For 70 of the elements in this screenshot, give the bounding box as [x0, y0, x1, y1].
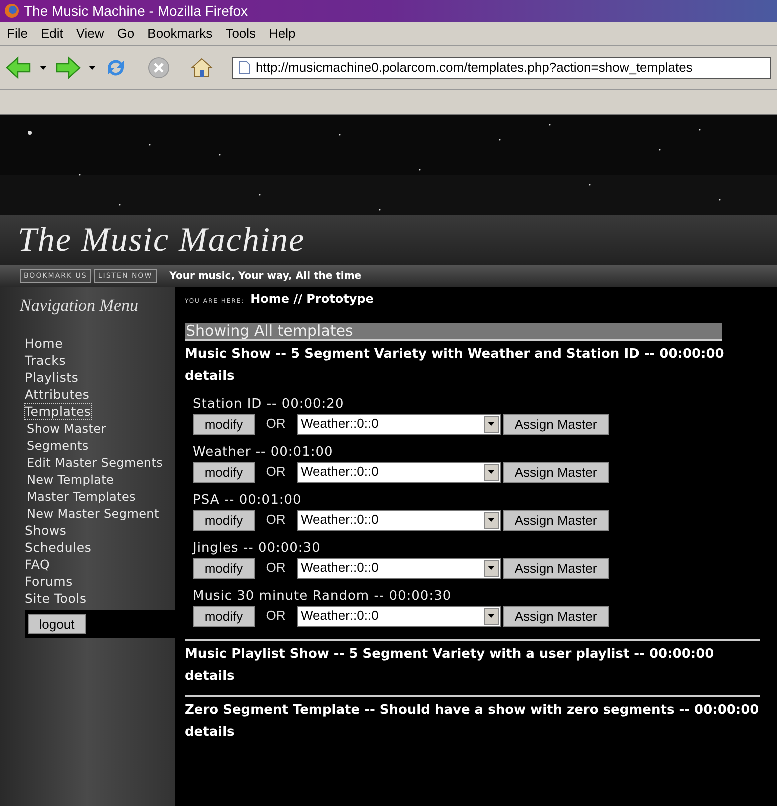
nav-link[interactable]: Forums	[25, 574, 73, 588]
browser-logo-icon	[4, 3, 20, 19]
assign-master-button[interactable]: Assign Master	[503, 414, 609, 434]
modify-button[interactable]: modify	[193, 510, 255, 530]
site-logo: The Music Machine	[18, 220, 306, 260]
section-title: Showing All templates	[185, 323, 722, 341]
or-label: OR	[265, 463, 287, 482]
master-select[interactable]: Weather::0::0	[297, 510, 501, 530]
modify-button[interactable]: modify	[193, 558, 255, 578]
master-select[interactable]: Weather::0::0	[297, 462, 501, 482]
nav-sublink[interactable]: Edit Master Segments	[27, 456, 164, 470]
forward-arrow-icon[interactable]	[55, 56, 81, 80]
or-label: OR	[265, 415, 287, 434]
nav-link[interactable]: Attributes	[25, 386, 90, 402]
menu-item[interactable]: Help	[269, 24, 296, 44]
segment-label: Music 30 minute Random -- 00:00:30	[193, 589, 453, 605]
back-arrow-icon[interactable]	[6, 56, 32, 80]
segment-label: Weather -- 00:01:00	[193, 445, 334, 461]
caret-icon[interactable]	[89, 66, 96, 70]
assign-master-button[interactable]: Assign Master	[503, 558, 609, 578]
or-label: OR	[265, 511, 287, 530]
menu-item[interactable]: File	[7, 24, 28, 44]
menu-item[interactable]: Tools	[226, 24, 256, 44]
nav-link[interactable]: Schedules	[25, 540, 92, 554]
or-label: OR	[265, 607, 287, 626]
nav-link[interactable]: Templates	[25, 404, 92, 418]
nav-sublink[interactable]: Show Master	[27, 422, 106, 436]
template-title: Music Show -- 5 Segment Variety with Weather and Station ID -- 00:00:00	[185, 347, 726, 363]
nav-link[interactable]: Site Tools	[25, 590, 87, 606]
modify-button[interactable]: modify	[193, 414, 255, 434]
nav-sublink[interactable]: New Template	[27, 472, 114, 486]
menu-item[interactable]: Go	[117, 24, 135, 44]
nav-link[interactable]: Tracks	[25, 352, 66, 368]
caret-icon[interactable]	[40, 66, 47, 70]
segment-label: Jingles -- 00:00:30	[193, 541, 322, 557]
template-title: Zero Segment Template -- Should have a show with zero segments -- 00:00:00	[185, 703, 760, 719]
assign-master-button[interactable]: Assign Master	[503, 462, 609, 482]
nav-link[interactable]: Shows	[25, 522, 67, 538]
modify-button[interactable]: modify	[193, 462, 255, 482]
details-link[interactable]: details	[185, 369, 235, 384]
menu-item[interactable]: View	[76, 24, 104, 44]
page-icon	[239, 61, 250, 74]
window-title: The Music Machine - Mozilla Firefox	[24, 2, 248, 20]
nav-link[interactable]: FAQ	[25, 556, 50, 572]
details-link[interactable]: details	[185, 725, 235, 740]
master-select[interactable]: Weather::0::0	[297, 414, 501, 434]
master-select[interactable]: Weather::0::0	[297, 606, 501, 626]
details-link[interactable]: details	[185, 669, 235, 684]
nav-link[interactable]: Playlists	[25, 370, 79, 384]
menu-item[interactable]: Edit	[40, 24, 64, 44]
nav-sublink[interactable]: Master Templates	[27, 490, 136, 504]
assign-master-button[interactable]: Assign Master	[503, 510, 609, 530]
segment-label: Station ID -- 00:00:20	[193, 397, 346, 413]
menu-item[interactable]: Bookmarks	[148, 24, 213, 44]
assign-master-button[interactable]: Assign Master	[503, 606, 609, 626]
master-select[interactable]: Weather::0::0	[297, 558, 501, 578]
sidebar-heading: Navigation Menu	[20, 295, 140, 317]
logout-button[interactable]: logout	[28, 614, 86, 634]
tagline: Your music, Your way, All the time	[170, 270, 362, 284]
breadcrumb-path: Home // Prototype	[250, 291, 374, 308]
or-label: OR	[265, 559, 287, 578]
address-field[interactable]: http://musicmachine0.polarcom.com/templates.php?action=show_templates	[232, 56, 771, 78]
stop-icon[interactable]	[148, 56, 170, 78]
segment-label: PSA -- 00:01:00	[193, 493, 303, 509]
template-title: Music Playlist Show -- 5 Segment Variety with a user playlist -- 00:00:00	[185, 647, 716, 663]
nav-link[interactable]: Home	[25, 336, 64, 350]
home-icon[interactable]	[190, 56, 214, 80]
modify-button[interactable]: modify	[193, 606, 255, 626]
nav-sublink[interactable]: Segments	[27, 438, 89, 452]
nav-sublink[interactable]: New Master Segment	[27, 506, 160, 520]
